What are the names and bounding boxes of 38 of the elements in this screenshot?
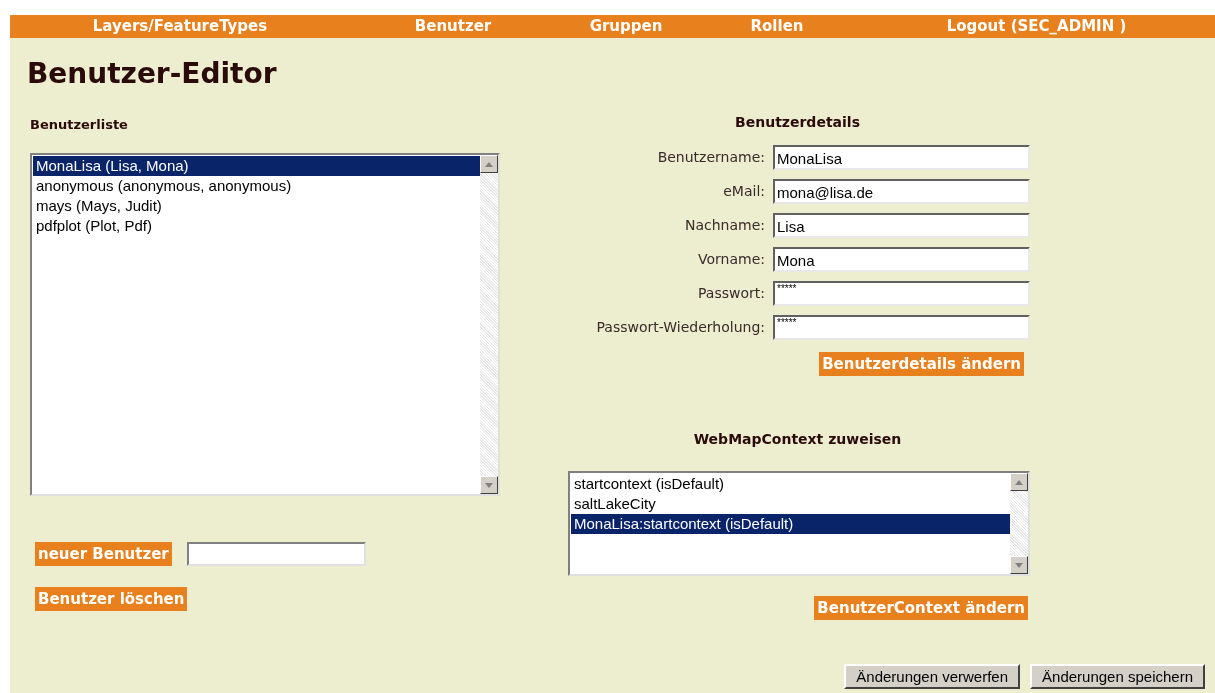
section-heading: Benutzerliste xyxy=(30,118,129,132)
field-label: Benutzername: xyxy=(656,148,765,167)
page-title: Benutzer-Editor xyxy=(27,58,278,90)
down-arrow-icon xyxy=(1015,562,1023,568)
discard-button[interactable]: Änderungen verwerfen xyxy=(844,664,1021,689)
list-item[interactable]: anonymous (anonymous, anonymous) xyxy=(33,176,480,196)
up-arrow-icon xyxy=(485,161,493,167)
field-label: Passwort: xyxy=(697,284,765,303)
password-field[interactable]: ***** xyxy=(773,315,1030,340)
scroll-down-button[interactable] xyxy=(480,476,498,494)
input-field[interactable]: Lisa xyxy=(773,213,1030,238)
save-button[interactable]: Änderungen speichern xyxy=(1030,664,1205,689)
field-label: Nachname: xyxy=(683,216,765,235)
section-heading: Benutzerdetails xyxy=(734,115,861,129)
up-arrow-icon xyxy=(1015,479,1023,485)
field-label: Passwort-Wiederholung: xyxy=(595,318,765,337)
list-item[interactable]: MonaLisa (Lisa, Mona) xyxy=(33,156,480,176)
scrollbar[interactable] xyxy=(1010,473,1028,574)
input-field[interactable] xyxy=(186,542,366,566)
field-label: eMail: xyxy=(722,182,765,201)
list-item[interactable]: saltLakeCity xyxy=(571,494,1010,514)
list-item[interactable]: pdfplot (Plot, Pdf) xyxy=(33,216,480,236)
list-item[interactable]: startcontext (isDefault) xyxy=(571,474,1010,494)
scroll-down-button[interactable] xyxy=(1010,556,1028,574)
scrollbar[interactable] xyxy=(480,155,498,494)
input-field[interactable]: MonaLisa xyxy=(773,145,1030,170)
section-heading: WebMapContext zuweisen xyxy=(692,432,903,446)
password-field[interactable]: ***** xyxy=(773,281,1030,306)
list-item[interactable]: mays (Mays, Judit) xyxy=(33,196,480,216)
input-field[interactable]: mona@lisa.de xyxy=(773,179,1030,204)
input-field[interactable]: Mona xyxy=(773,247,1030,272)
user-listbox[interactable]: MonaLisa (Lisa, Mona) anonymous (anonymous, anonymous) mays (Mays, Judit) pdfplot (Plot, Pdf) xyxy=(30,153,500,496)
scroll-up-button[interactable] xyxy=(1010,473,1028,491)
down-arrow-icon xyxy=(485,482,493,488)
scroll-up-button[interactable] xyxy=(480,155,498,173)
context-listbox[interactable]: startcontext (isDefault) saltLakeCity MonaLisa:startcontext (isDefault) xyxy=(568,471,1030,576)
field-label: Vorname: xyxy=(697,250,765,269)
list-item[interactable]: MonaLisa:startcontext (isDefault) xyxy=(571,514,1010,534)
